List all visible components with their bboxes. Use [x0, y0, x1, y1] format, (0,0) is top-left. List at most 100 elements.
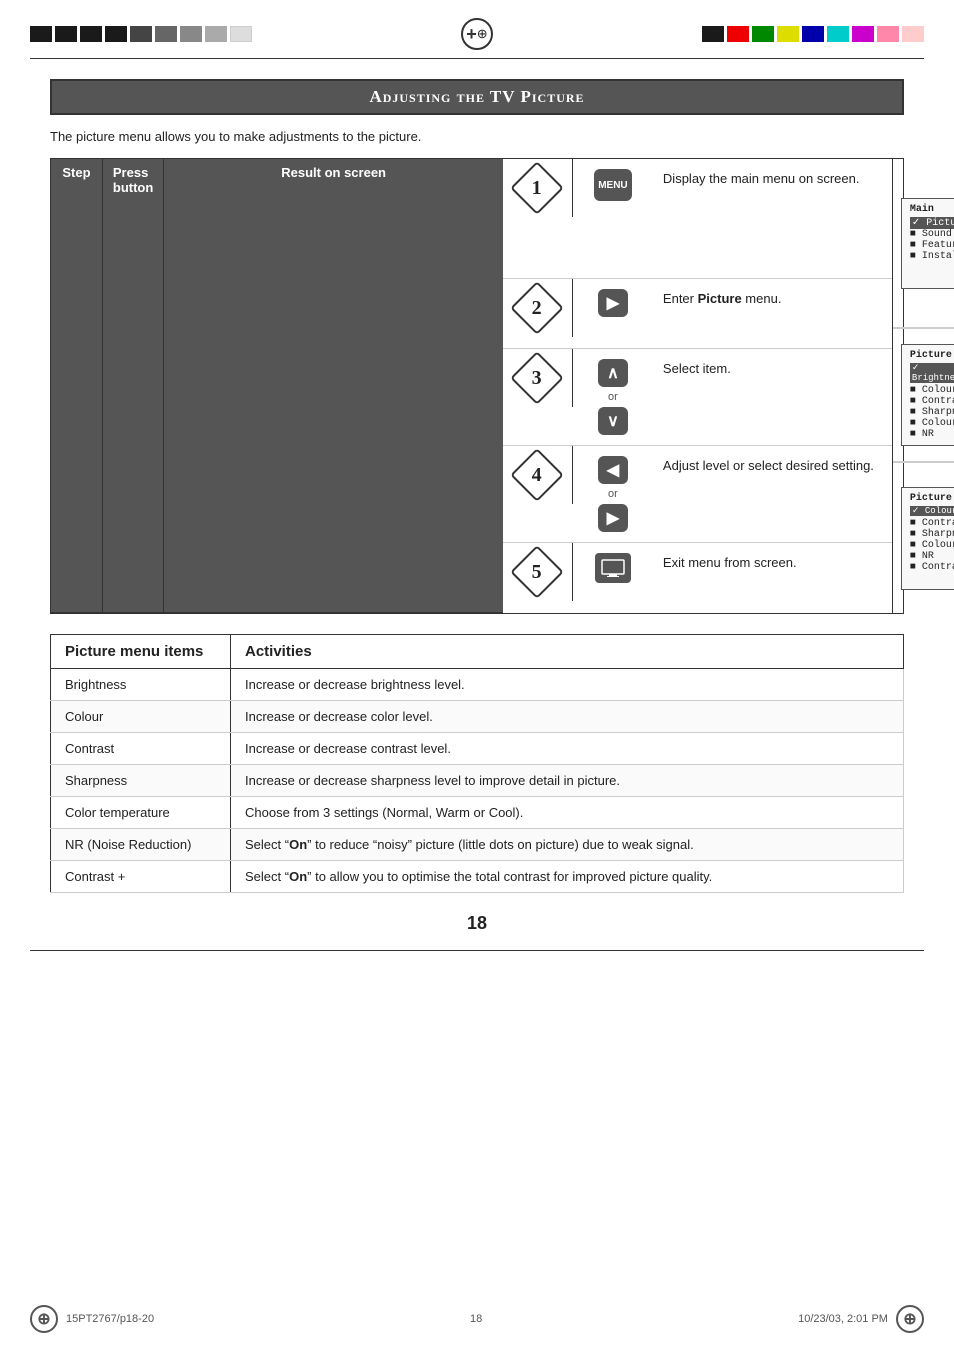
screen3-contrast-plus: ■ Contrast + — [910, 562, 954, 573]
menu-items-table: Picture menu items Activities Brightness… — [50, 634, 904, 893]
screen2-brightness-bar: ✓ Brightness◄▓▓▓▓▓▓▓▓▓▓▓▓▓59▶ — [910, 363, 954, 383]
strip-sq — [130, 26, 152, 42]
screen2-colour: ■ Colour — [910, 385, 954, 396]
table-row: Brightness Increase or decrease brightne… — [51, 669, 904, 701]
screen1-content: ✓ Picture ▶ ■ Sound ■ Features ■ Install… — [910, 217, 954, 283]
screen1-title-row: Main ▲ — [910, 204, 954, 215]
step-btn-cell-2: ▶ — [573, 279, 653, 327]
strip-sq — [80, 26, 102, 42]
page-title-box: Adjusting the TV Picture — [50, 79, 904, 115]
tv-display-3: Picture ▲ ✓ Colour ◄▓▓▓▓▓▓▓▓▓▓▓▓▓59▶ ■ C… — [901, 487, 954, 590]
subtitle: The picture menu allows you to make adju… — [50, 129, 904, 144]
left-arrow-button[interactable]: ◀ — [598, 456, 628, 484]
step-badge-4: 4 — [511, 448, 565, 502]
activity-nr: Select “On” to reduce “noisy” picture (l… — [231, 829, 904, 861]
item-contrast: Contrast — [51, 733, 231, 765]
footer-right-text: 10/23/03, 2:01 PM — [798, 1313, 888, 1325]
tv-button[interactable] — [595, 553, 631, 583]
or-label-2: or — [608, 488, 618, 500]
footer: ⊕ 15PT2767/p18-20 18 10/23/03, 2:01 PM ⊕ — [0, 1297, 954, 1351]
strip-sq — [30, 26, 52, 42]
step-badge-2: 2 — [511, 281, 565, 335]
steps-screens-body: 1 MENU Display the main menu on screen. … — [503, 159, 954, 613]
screen2-contrast: ■ Contrast — [910, 396, 954, 407]
crosshair-bottom-left: ⊕ — [30, 1305, 58, 1333]
strip-sq — [155, 26, 177, 42]
screen2-sharpness: ■ Sharpness — [910, 407, 954, 418]
activity-sharpness: Increase or decrease sharpness level to … — [231, 765, 904, 797]
step-row-2: 2 ▶ Enter Picture menu. — [503, 279, 892, 349]
header-step: Step — [51, 159, 103, 612]
screens-column: Main ▲ ✓ Picture ▶ ■ Sound ■ Features ■ … — [893, 159, 954, 613]
step-desc-4: Adjust level or select desired setting. — [653, 446, 892, 485]
menu-button[interactable]: MENU — [594, 169, 632, 201]
crosshair-center: ⊕ — [461, 18, 493, 50]
step-btn-cell-3: ∧ or ∨ — [573, 349, 653, 445]
step-btn-cell-5 — [573, 543, 653, 593]
strip-sq — [827, 26, 849, 42]
activity-brightness: Increase or decrease brightness level. — [231, 669, 904, 701]
step-badge-1: 1 — [511, 161, 565, 215]
or-label: or — [608, 391, 618, 403]
table-row: NR (Noise Reduction) Select “On” to redu… — [51, 829, 904, 861]
top-rule — [30, 58, 924, 59]
instruction-area: Step Press button Result on screen 1 MEN… — [50, 158, 904, 614]
strip-sq — [752, 26, 774, 42]
steps-column: 1 MENU Display the main menu on screen. … — [503, 159, 893, 613]
screen1-picture-row: ✓ Picture ▶ — [910, 217, 954, 229]
item-sharpness: Sharpness — [51, 765, 231, 797]
up-arrow-button[interactable]: ∧ — [598, 359, 628, 387]
step-num-3: 3 — [503, 349, 573, 407]
screen1-install: ■ Install — [910, 251, 954, 262]
activity-contrast: Increase or decrease contrast level. — [231, 733, 904, 765]
tv-icon — [601, 559, 625, 577]
step-num-4: 4 — [503, 446, 573, 504]
screen2-coltemp: ■ Colour Temp — [910, 418, 954, 429]
right-arrow-button[interactable]: ▶ — [598, 289, 628, 317]
table-row: Contrast Increase or decrease contrast l… — [51, 733, 904, 765]
strip-sq — [877, 26, 899, 42]
screen3-sharpness: ■ Sharpness — [910, 529, 954, 540]
table-row: Colour Increase or decrease color level. — [51, 701, 904, 733]
step-badge-5: 5 — [511, 545, 565, 599]
screen1-sound: ■ Sound — [910, 229, 954, 240]
strip-sq — [802, 26, 824, 42]
table-header-row: Picture menu items Activities — [51, 635, 904, 669]
footer-right-group: 10/23/03, 2:01 PM ⊕ — [798, 1305, 924, 1333]
step-row-1: 1 MENU Display the main menu on screen. — [503, 159, 892, 279]
strip-sq — [230, 26, 252, 42]
strip-sq — [852, 26, 874, 42]
strip-sq — [777, 26, 799, 42]
right-arrow-button-2[interactable]: ▶ — [598, 504, 628, 532]
step-desc-2: Enter Picture menu. — [653, 279, 892, 318]
left-color-strip — [30, 26, 252, 42]
down-arrow-button[interactable]: ∨ — [598, 407, 628, 435]
activity-color-temp: Choose from 3 settings (Normal, Warm or … — [231, 797, 904, 829]
strip-sq — [105, 26, 127, 42]
screen2-nr: ■ NR — [910, 429, 954, 440]
step-badge-3: 3 — [511, 351, 565, 405]
page-number: 18 — [50, 913, 904, 934]
strip-sq — [902, 26, 924, 42]
header-row: Step Press button Result on screen — [51, 159, 503, 613]
screen2-title-row: Picture ▲ — [910, 350, 954, 361]
table-row: Sharpness Increase or decrease sharpness… — [51, 765, 904, 797]
strip-sq — [727, 26, 749, 42]
footer-left-text: 15PT2767/p18-20 — [66, 1313, 154, 1325]
item-contrast-plus: Contrast + — [51, 861, 231, 893]
screen-2: Picture ▲ ✓ Brightness◄▓▓▓▓▓▓▓▓▓▓▓▓▓59▶ … — [893, 328, 954, 462]
bottom-rule — [30, 950, 924, 951]
activity-colour: Increase or decrease color level. — [231, 701, 904, 733]
screen1-features: ■ Features — [910, 240, 954, 251]
step-desc-1: Display the main menu on screen. — [653, 159, 892, 198]
step-num-1: 1 — [503, 159, 573, 217]
screen3-title-row: Picture ▲ — [910, 493, 954, 504]
top-bar: ⊕ — [0, 0, 954, 58]
step-row-3: 3 ∧ or ∨ Select item. — [503, 349, 892, 446]
item-color-temp: Color temperature — [51, 797, 231, 829]
tv-display-2: Picture ▲ ✓ Brightness◄▓▓▓▓▓▓▓▓▓▓▓▓▓59▶ … — [901, 344, 954, 446]
step-row-5: 5 Exit menu from screen. — [503, 543, 892, 613]
step-btn-cell-1: MENU — [573, 159, 653, 211]
screen-1: Main ▲ ✓ Picture ▶ ■ Sound ■ Features ■ … — [893, 159, 954, 328]
screen3-colour-bar: ✓ Colour ◄▓▓▓▓▓▓▓▓▓▓▓▓▓59▶ — [910, 506, 954, 516]
